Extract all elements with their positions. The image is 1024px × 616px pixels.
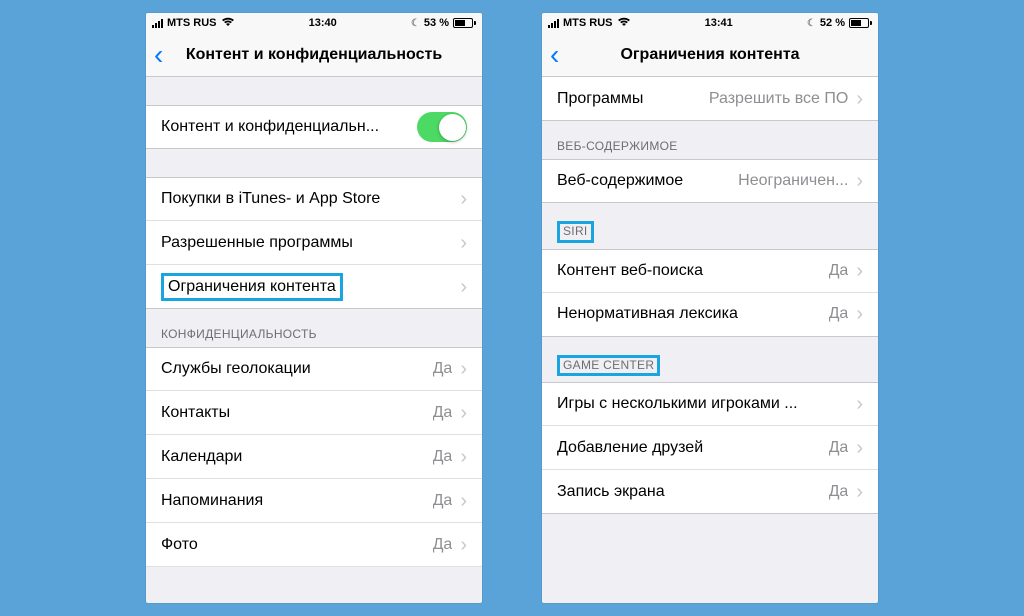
cell-value: Да [433, 536, 453, 554]
cell-value: Да [829, 483, 849, 501]
page-title: Контент и конфиденциальность [146, 46, 482, 64]
chevron-right-icon: › [460, 447, 467, 467]
cell-value: Да [829, 262, 849, 280]
back-button[interactable]: ‹ [550, 41, 559, 69]
toggle-switch[interactable] [417, 112, 467, 142]
battery-icon [453, 18, 476, 28]
back-button[interactable]: ‹ [154, 41, 163, 69]
cell-label: Контент веб-поиска [557, 262, 829, 280]
row-apps[interactable]: Программы Разрешить все ПО › [542, 77, 878, 121]
carrier-label: MTS RUS [563, 17, 613, 29]
wifi-icon [617, 16, 631, 30]
cell-label: Игры с несколькими игроками ... [557, 395, 856, 413]
page-title: Ограничения контента [542, 46, 878, 64]
cell-label: Программы [557, 90, 709, 108]
row-allowed-apps[interactable]: Разрешенные программы › [146, 221, 482, 265]
section-header-privacy: КОНФИДЕНЦИАЛЬНОСТЬ [146, 309, 482, 347]
content-scroll[interactable]: Программы Разрешить все ПО › ВЕБ-СОДЕРЖИ… [542, 77, 878, 603]
chevron-right-icon: › [856, 304, 863, 324]
row-photos[interactable]: Фото Да › [146, 523, 482, 567]
content-scroll[interactable]: Контент и конфиденциальн... Покупки в iT… [146, 77, 482, 603]
chevron-right-icon: › [856, 171, 863, 191]
cell-value: Да [433, 448, 453, 466]
status-bar: MTS RUS 13:41 ☾ 52 % [542, 13, 878, 33]
clock: 13:41 [705, 17, 733, 29]
row-content-privacy-toggle[interactable]: Контент и конфиденциальн... [146, 105, 482, 149]
cell-label: Добавление друзей [557, 439, 829, 457]
battery-icon [849, 18, 872, 28]
dnd-icon: ☾ [807, 18, 816, 29]
row-contacts[interactable]: Контакты Да › [146, 391, 482, 435]
signal-icon [548, 19, 559, 28]
chevron-right-icon: › [460, 491, 467, 511]
cell-label: Календари [161, 448, 433, 466]
chevron-right-icon: › [856, 89, 863, 109]
cell-label: Контакты [161, 404, 433, 422]
chevron-right-icon: › [460, 233, 467, 253]
row-web-search-content[interactable]: Контент веб-поиска Да › [542, 249, 878, 293]
chevron-right-icon: › [856, 438, 863, 458]
chevron-right-icon: › [460, 359, 467, 379]
status-bar: MTS RUS 13:40 ☾ 53 % [146, 13, 482, 33]
nav-bar: ‹ Контент и конфиденциальность [146, 33, 482, 77]
cell-value: Неограничен... [738, 172, 848, 190]
cell-label: Ненормативная лексика [557, 305, 829, 323]
cell-label: Службы геолокации [161, 360, 433, 378]
row-web-content[interactable]: Веб-содержимое Неограничен... › [542, 159, 878, 203]
row-content-restrictions[interactable]: Ограничения контента › [146, 265, 482, 309]
wifi-icon [221, 16, 235, 30]
chevron-right-icon: › [856, 261, 863, 281]
row-multiplayer-games[interactable]: Игры с несколькими игроками ... › [542, 382, 878, 426]
row-adding-friends[interactable]: Добавление друзей Да › [542, 426, 878, 470]
phone-right: MTS RUS 13:41 ☾ 52 % ‹ Ограничения конте… [542, 13, 878, 603]
cell-label: Ограничения контента [161, 273, 460, 301]
cell-value: Да [433, 404, 453, 422]
chevron-right-icon: › [856, 394, 863, 414]
cell-value: Да [433, 360, 453, 378]
cell-label: Фото [161, 536, 433, 554]
row-explicit-language[interactable]: Ненормативная лексика Да › [542, 293, 878, 337]
cell-value: Да [433, 492, 453, 510]
row-calendars[interactable]: Календари Да › [146, 435, 482, 479]
clock: 13:40 [309, 17, 337, 29]
cell-label: Напоминания [161, 492, 433, 510]
section-header-web: ВЕБ-СОДЕРЖИМОЕ [542, 121, 878, 159]
phone-left: MTS RUS 13:40 ☾ 53 % ‹ Контент и конфиде… [146, 13, 482, 603]
section-header-siri: SIRI [542, 203, 878, 249]
chevron-right-icon: › [460, 277, 467, 297]
row-screen-recording[interactable]: Запись экрана Да › [542, 470, 878, 514]
section-header-gamecenter: GAME CENTER [542, 337, 878, 383]
cell-value: Да [829, 305, 849, 323]
row-reminders[interactable]: Напоминания Да › [146, 479, 482, 523]
chevron-right-icon: › [460, 403, 467, 423]
battery-percent: 52 % [820, 17, 845, 29]
cell-value: Разрешить все ПО [709, 90, 848, 108]
chevron-right-icon: › [856, 482, 863, 502]
cell-label: Веб-содержимое [557, 172, 738, 190]
cell-label: Покупки в iTunes- и App Store [161, 190, 460, 208]
cell-label: Контент и конфиденциальн... [161, 118, 417, 136]
nav-bar: ‹ Ограничения контента [542, 33, 878, 77]
chevron-right-icon: › [460, 535, 467, 555]
chevron-right-icon: › [460, 189, 467, 209]
cell-label: Запись экрана [557, 483, 829, 501]
dnd-icon: ☾ [411, 18, 420, 29]
row-itunes-purchases[interactable]: Покупки в iTunes- и App Store › [146, 177, 482, 221]
signal-icon [152, 19, 163, 28]
row-location-services[interactable]: Службы геолокации Да › [146, 347, 482, 391]
cell-label: Разрешенные программы [161, 234, 460, 252]
carrier-label: MTS RUS [167, 17, 217, 29]
battery-percent: 53 % [424, 17, 449, 29]
cell-value: Да [829, 439, 849, 457]
